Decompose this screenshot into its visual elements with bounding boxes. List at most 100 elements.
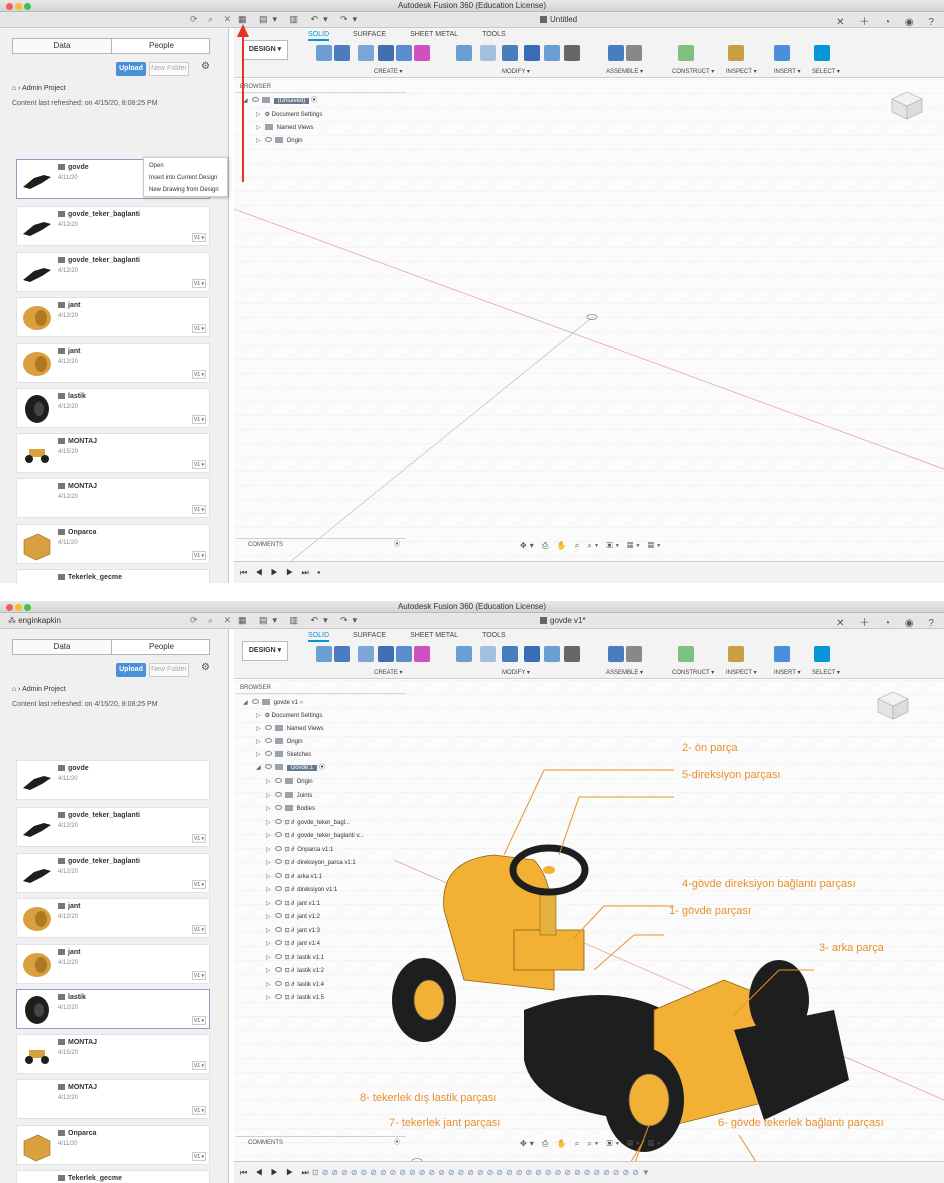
version-dropdown[interactable]: V1 ▾	[192, 1106, 206, 1115]
file-card[interactable]: govde_teker_baglanti 4/12/20 V1 ▾	[16, 853, 210, 893]
move-icon[interactable]	[564, 45, 580, 61]
navigation-bar[interactable]: ✥▾ ⎙ ✋ ⌕ ⌕▾ ▣▾ ▦▾ ▦▾	[520, 541, 663, 551]
version-dropdown[interactable]: V1 ▾	[192, 1061, 206, 1070]
new-component-icon[interactable]	[608, 646, 624, 662]
shell-icon[interactable]	[524, 45, 540, 61]
canvas-viewport[interactable]	[234, 680, 944, 1183]
file-card[interactable]: jant 4/12/20 V1 ▾	[16, 944, 210, 984]
browser-child-node[interactable]: ▷ ⊡ ∂ arka v1:1	[266, 872, 322, 882]
menu-modify[interactable]: MODIFY ▾	[502, 669, 530, 676]
file-card[interactable]: Onparca 4/11/20 V1 ▾	[16, 1125, 210, 1165]
browser-child-node[interactable]: ▷ Joints	[266, 791, 312, 801]
tab-solid[interactable]: SOLID	[308, 632, 330, 642]
chamfer-icon[interactable]	[502, 45, 518, 61]
browser-node[interactable]: ▷ Sketches	[256, 751, 311, 760]
tab-controls[interactable]: ✕ ＋ ◔ ◉ ?	[836, 614, 940, 629]
tab-tools[interactable]: TOOLS	[482, 632, 506, 639]
form-icon[interactable]	[414, 646, 430, 662]
plane-icon[interactable]	[678, 45, 694, 61]
joint-icon[interactable]	[626, 646, 642, 662]
version-dropdown[interactable]: V1 ▾	[192, 925, 206, 934]
file-card[interactable]: Tekerlek_gecme4/12/20V1 ▾	[16, 569, 210, 583]
measure-icon[interactable]	[728, 45, 744, 61]
menu-inspect[interactable]: INSPECT ▾	[726, 669, 757, 676]
menu-modify[interactable]: MODIFY ▾	[502, 68, 530, 75]
menu-item-open[interactable]: Open	[149, 160, 222, 172]
gear-icon[interactable]: ⚙	[201, 61, 210, 72]
file-card[interactable]: govde_teker_baglanti 4/12/20 V1 ▾	[16, 252, 210, 292]
file-card[interactable]: MONTAJ 4/15/20 V1 ▾	[16, 1034, 210, 1074]
timeline[interactable]: ⏮ ◀ ▶ ▶ ⏭ ⊡⊘⊘⊘⊘⊘⊘⊘⊘⊘⊘⊘⊘⊘⊘⊘⊘⊘⊘⊘⊘⊘⊘⊘⊘⊘⊘⊘⊘⊘…	[234, 1161, 944, 1183]
menu-select[interactable]: SELECT ▾	[812, 669, 840, 676]
navigation-bar[interactable]: ✥▾ ⎙ ✋ ⌕ ⌕▾ ▣▾ ▦▾ ▦▾	[520, 1139, 663, 1149]
version-dropdown[interactable]: V1 ▾	[192, 971, 206, 980]
tab-surface[interactable]: SURFACE	[353, 31, 386, 38]
breadcrumb[interactable]: ⌂ › Admin Project	[12, 686, 66, 693]
file-card[interactable]: lastik 4/12/20 V1 ▾	[16, 989, 210, 1029]
minimize-window-icon[interactable]	[15, 604, 22, 611]
browser-child-node[interactable]: ▷ Bodies	[266, 805, 315, 814]
browser-child-node[interactable]: ▷ ⊡ ∂ direksiyon v1:1	[266, 886, 337, 895]
version-dropdown[interactable]: V1 ▾	[192, 370, 206, 379]
browser-node-origin[interactable]: ▷ Origin	[256, 137, 303, 146]
file-card[interactable]: MONTAJ 4/12/20 V1 ▾	[16, 1079, 210, 1119]
browser-child-node[interactable]: ▷ ⊡ ∂ direksiyon_parca v1:1	[266, 859, 356, 868]
browser-child-node[interactable]: ▷ ⊡ ∂ jant v1:4	[266, 940, 320, 949]
file-card[interactable]: Onparca 4/11/20 V1 ▾	[16, 524, 210, 564]
data-people-switch[interactable]: Data People	[12, 38, 210, 54]
zoom-window-icon[interactable]	[24, 604, 31, 611]
file-card[interactable]: jant 4/12/20 V1 ▾	[16, 898, 210, 938]
viewcube-icon[interactable]	[890, 90, 924, 120]
browser-child-node[interactable]: ▷ Origin	[266, 778, 313, 787]
file-card[interactable]: Tekerlek_gecme4/12/20V1 ▾	[16, 1170, 210, 1183]
tab-solid[interactable]: SOLID	[308, 31, 330, 41]
browser-root[interactable]: ◢ (Unsaved) ⦿	[243, 97, 317, 106]
file-card[interactable]: govde_teker_baglanti 4/12/20 V1 ▾	[16, 807, 210, 847]
form-icon[interactable]	[414, 45, 430, 61]
browser-child-node[interactable]: ▷ ⊡ ∂ govde_teker_bagl...	[266, 818, 350, 828]
extrude-icon[interactable]	[334, 646, 350, 662]
version-dropdown[interactable]: V1 ▾	[192, 233, 206, 242]
version-dropdown[interactable]: V1 ▾	[192, 324, 206, 333]
browser-child-node[interactable]: ▷ ⊡ ∂ lastik v1:4	[266, 980, 324, 990]
file-card[interactable]: MONTAJ 4/12/20 V1 ▾	[16, 478, 210, 518]
menu-inspect[interactable]: INSPECT ▾	[726, 68, 757, 75]
comments-panel[interactable]: COMMENTS ⦿	[236, 1136, 406, 1148]
revolve-icon[interactable]	[358, 45, 374, 61]
panel-actions[interactable]: ⟳ ⌕ ✕	[190, 14, 235, 25]
tab-people[interactable]: People	[112, 39, 211, 53]
revolve-icon[interactable]	[358, 646, 374, 662]
tab-data[interactable]: Data	[13, 39, 112, 53]
move-icon[interactable]	[564, 646, 580, 662]
insert-image-icon[interactable]	[774, 646, 790, 662]
menu-insert[interactable]: INSERT ▾	[774, 669, 800, 676]
tab-people[interactable]: People	[112, 640, 211, 654]
workspace-switcher[interactable]: DESIGN ▾	[242, 641, 288, 661]
version-dropdown[interactable]: V1 ▾	[192, 551, 206, 560]
new-component-icon[interactable]	[608, 45, 624, 61]
file-card[interactable]: jant 4/12/20 V1 ▾	[16, 297, 210, 337]
sweep-icon[interactable]	[378, 45, 394, 61]
upload-button[interactable]: Upload	[116, 62, 146, 76]
insert-image-icon[interactable]	[774, 45, 790, 61]
timeline[interactable]: ⏮ ◀ ▶ ▶ ⏭ ▾	[234, 561, 944, 583]
tab-sheet-metal[interactable]: SHEET METAL	[410, 31, 458, 38]
loft-icon[interactable]	[396, 45, 412, 61]
tab-sheet-metal[interactable]: SHEET METAL	[410, 632, 458, 639]
browser-child-node[interactable]: ▷ ⊡ ∂ jant v1:3	[266, 926, 320, 936]
browser-child-node[interactable]: ▷ ⊡ ∂ lastik v1:2	[266, 967, 324, 976]
browser-node-named-views[interactable]: ▷ Named Views	[256, 124, 314, 133]
menu-item-insert[interactable]: Insert into Current Design	[149, 172, 222, 184]
version-dropdown[interactable]: V1 ▾	[192, 1152, 206, 1161]
panel-actions[interactable]: ⟳ ⌕ ✕	[190, 615, 235, 626]
tab-surface[interactable]: SURFACE	[353, 632, 386, 639]
chamfer-icon[interactable]	[502, 646, 518, 662]
file-card[interactable]: govde 4/11/20	[16, 760, 210, 800]
sketch-icon[interactable]	[316, 45, 332, 61]
sweep-icon[interactable]	[378, 646, 394, 662]
joint-icon[interactable]	[626, 45, 642, 61]
menu-create[interactable]: CREATE ▾	[374, 68, 403, 75]
document-tab[interactable]: govde v1*	[540, 614, 800, 628]
browser-component[interactable]: ◢ Govde:1 ⦿	[256, 764, 325, 773]
close-window-icon[interactable]	[6, 604, 13, 611]
